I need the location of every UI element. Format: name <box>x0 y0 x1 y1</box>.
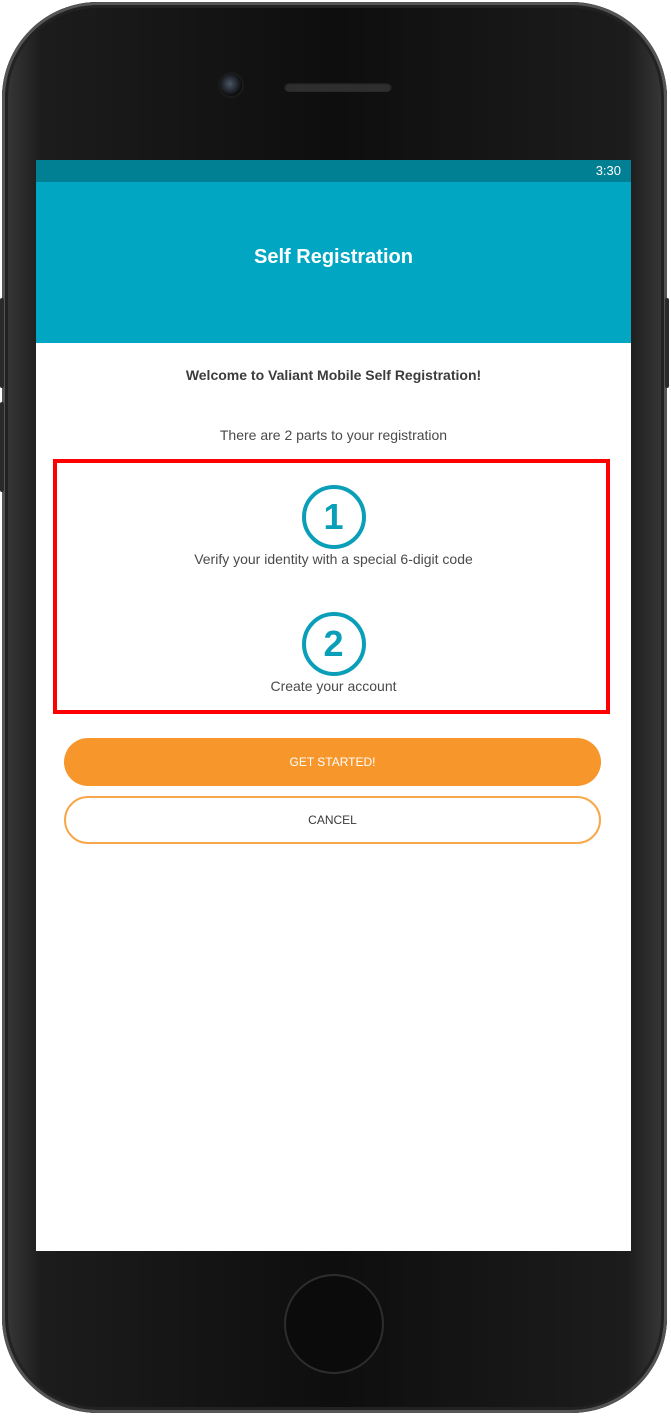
get-started-button[interactable]: GET STARTED! <box>64 738 601 786</box>
cancel-button[interactable]: CANCEL <box>64 796 601 844</box>
volume-button <box>0 402 4 492</box>
welcome-text: Welcome to Valiant Mobile Self Registrat… <box>185 367 482 383</box>
step-1: 1 Verify your identity with a special 6-… <box>36 485 631 567</box>
step-2: 2 Create your account <box>36 612 631 694</box>
step-label-1: Verify your identity with a special 6-di… <box>194 551 473 567</box>
step-label-2: Create your account <box>270 678 397 694</box>
step-number-1: 1 <box>301 485 366 549</box>
status-bar: 3:30 <box>36 160 631 182</box>
app-bar: Self Registration <box>36 182 631 343</box>
camera-icon <box>220 74 242 96</box>
status-time: 3:30 <box>595 163 621 178</box>
device-screen: 3:30 Self Registration Welcome to Valian… <box>36 160 631 1251</box>
page-title: Self Registration <box>254 246 413 268</box>
home-button[interactable] <box>284 1274 384 1374</box>
power-button <box>665 298 669 388</box>
volume-button <box>0 298 4 388</box>
speaker-grille <box>284 82 392 92</box>
parts-intro-text: There are 2 parts to your registration <box>219 427 448 443</box>
step-number-2: 2 <box>301 612 366 676</box>
